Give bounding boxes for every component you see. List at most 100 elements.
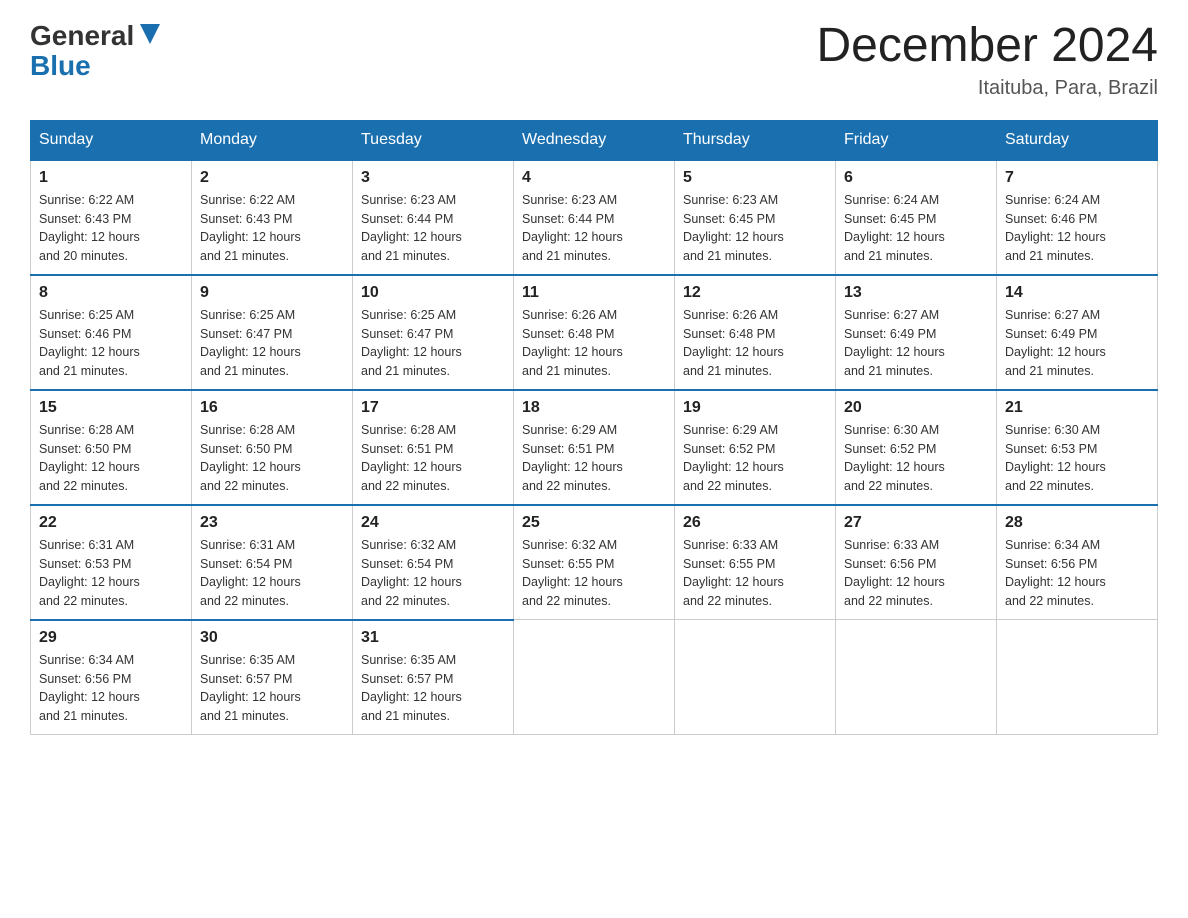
day-info: Sunrise: 6:29 AM Sunset: 6:51 PM Dayligh… (522, 421, 666, 496)
day-number: 21 (1005, 399, 1149, 417)
day-number: 2 (200, 169, 344, 187)
calendar-cell: 19 Sunrise: 6:29 AM Sunset: 6:52 PM Dayl… (675, 390, 836, 505)
day-number: 12 (683, 284, 827, 302)
day-info: Sunrise: 6:26 AM Sunset: 6:48 PM Dayligh… (683, 306, 827, 381)
calendar-cell: 12 Sunrise: 6:26 AM Sunset: 6:48 PM Dayl… (675, 275, 836, 390)
location-subtitle: Itaituba, Para, Brazil (816, 77, 1158, 100)
column-header-friday: Friday (836, 120, 997, 160)
day-info: Sunrise: 6:30 AM Sunset: 6:53 PM Dayligh… (1005, 421, 1149, 496)
day-info: Sunrise: 6:35 AM Sunset: 6:57 PM Dayligh… (200, 651, 344, 726)
calendar-cell: 30 Sunrise: 6:35 AM Sunset: 6:57 PM Dayl… (192, 620, 353, 735)
day-info: Sunrise: 6:22 AM Sunset: 6:43 PM Dayligh… (200, 191, 344, 266)
calendar-cell: 15 Sunrise: 6:28 AM Sunset: 6:50 PM Dayl… (31, 390, 192, 505)
day-number: 16 (200, 399, 344, 417)
day-number: 4 (522, 169, 666, 187)
calendar-cell: 16 Sunrise: 6:28 AM Sunset: 6:50 PM Dayl… (192, 390, 353, 505)
calendar-cell: 29 Sunrise: 6:34 AM Sunset: 6:56 PM Dayl… (31, 620, 192, 735)
calendar-cell: 28 Sunrise: 6:34 AM Sunset: 6:56 PM Dayl… (997, 505, 1158, 620)
column-header-monday: Monday (192, 120, 353, 160)
logo: General Blue (30, 20, 164, 80)
calendar-cell: 25 Sunrise: 6:32 AM Sunset: 6:55 PM Dayl… (514, 505, 675, 620)
calendar-cell: 14 Sunrise: 6:27 AM Sunset: 6:49 PM Dayl… (997, 275, 1158, 390)
calendar-week-row: 22 Sunrise: 6:31 AM Sunset: 6:53 PM Dayl… (31, 505, 1158, 620)
column-header-tuesday: Tuesday (353, 120, 514, 160)
day-number: 24 (361, 514, 505, 532)
day-number: 8 (39, 284, 183, 302)
day-info: Sunrise: 6:33 AM Sunset: 6:55 PM Dayligh… (683, 536, 827, 611)
day-number: 6 (844, 169, 988, 187)
calendar-header-row: SundayMondayTuesdayWednesdayThursdayFrid… (31, 120, 1158, 160)
day-number: 17 (361, 399, 505, 417)
calendar-cell: 24 Sunrise: 6:32 AM Sunset: 6:54 PM Dayl… (353, 505, 514, 620)
calendar-cell (836, 620, 997, 735)
day-info: Sunrise: 6:24 AM Sunset: 6:45 PM Dayligh… (844, 191, 988, 266)
day-number: 27 (844, 514, 988, 532)
day-info: Sunrise: 6:31 AM Sunset: 6:54 PM Dayligh… (200, 536, 344, 611)
calendar-cell: 2 Sunrise: 6:22 AM Sunset: 6:43 PM Dayli… (192, 160, 353, 275)
calendar-cell: 3 Sunrise: 6:23 AM Sunset: 6:44 PM Dayli… (353, 160, 514, 275)
calendar-cell: 27 Sunrise: 6:33 AM Sunset: 6:56 PM Dayl… (836, 505, 997, 620)
calendar-week-row: 1 Sunrise: 6:22 AM Sunset: 6:43 PM Dayli… (31, 160, 1158, 275)
calendar-week-row: 29 Sunrise: 6:34 AM Sunset: 6:56 PM Dayl… (31, 620, 1158, 735)
calendar-cell: 23 Sunrise: 6:31 AM Sunset: 6:54 PM Dayl… (192, 505, 353, 620)
day-number: 20 (844, 399, 988, 417)
column-header-thursday: Thursday (675, 120, 836, 160)
day-info: Sunrise: 6:29 AM Sunset: 6:52 PM Dayligh… (683, 421, 827, 496)
day-number: 1 (39, 169, 183, 187)
day-number: 28 (1005, 514, 1149, 532)
day-number: 25 (522, 514, 666, 532)
calendar-table: SundayMondayTuesdayWednesdayThursdayFrid… (30, 120, 1158, 735)
day-info: Sunrise: 6:28 AM Sunset: 6:50 PM Dayligh… (39, 421, 183, 496)
day-info: Sunrise: 6:28 AM Sunset: 6:50 PM Dayligh… (200, 421, 344, 496)
day-info: Sunrise: 6:23 AM Sunset: 6:44 PM Dayligh… (522, 191, 666, 266)
day-info: Sunrise: 6:27 AM Sunset: 6:49 PM Dayligh… (1005, 306, 1149, 381)
day-info: Sunrise: 6:24 AM Sunset: 6:46 PM Dayligh… (1005, 191, 1149, 266)
day-info: Sunrise: 6:32 AM Sunset: 6:55 PM Dayligh… (522, 536, 666, 611)
day-number: 31 (361, 629, 505, 647)
calendar-cell: 22 Sunrise: 6:31 AM Sunset: 6:53 PM Dayl… (31, 505, 192, 620)
column-header-wednesday: Wednesday (514, 120, 675, 160)
calendar-cell: 20 Sunrise: 6:30 AM Sunset: 6:52 PM Dayl… (836, 390, 997, 505)
day-number: 30 (200, 629, 344, 647)
calendar-week-row: 15 Sunrise: 6:28 AM Sunset: 6:50 PM Dayl… (31, 390, 1158, 505)
day-number: 7 (1005, 169, 1149, 187)
day-number: 29 (39, 629, 183, 647)
calendar-cell: 21 Sunrise: 6:30 AM Sunset: 6:53 PM Dayl… (997, 390, 1158, 505)
day-number: 3 (361, 169, 505, 187)
day-number: 14 (1005, 284, 1149, 302)
calendar-cell: 18 Sunrise: 6:29 AM Sunset: 6:51 PM Dayl… (514, 390, 675, 505)
day-number: 15 (39, 399, 183, 417)
day-number: 13 (844, 284, 988, 302)
day-info: Sunrise: 6:26 AM Sunset: 6:48 PM Dayligh… (522, 306, 666, 381)
day-number: 10 (361, 284, 505, 302)
page-header: General Blue December 2024 Itaituba, Par… (30, 20, 1158, 100)
day-info: Sunrise: 6:32 AM Sunset: 6:54 PM Dayligh… (361, 536, 505, 611)
month-title: December 2024 (816, 20, 1158, 73)
day-number: 9 (200, 284, 344, 302)
calendar-cell: 8 Sunrise: 6:25 AM Sunset: 6:46 PM Dayli… (31, 275, 192, 390)
day-number: 23 (200, 514, 344, 532)
column-header-sunday: Sunday (31, 120, 192, 160)
day-info: Sunrise: 6:22 AM Sunset: 6:43 PM Dayligh… (39, 191, 183, 266)
calendar-cell: 7 Sunrise: 6:24 AM Sunset: 6:46 PM Dayli… (997, 160, 1158, 275)
day-number: 18 (522, 399, 666, 417)
day-number: 11 (522, 284, 666, 302)
logo-general-text: General (30, 22, 134, 50)
calendar-cell: 4 Sunrise: 6:23 AM Sunset: 6:44 PM Dayli… (514, 160, 675, 275)
calendar-cell: 9 Sunrise: 6:25 AM Sunset: 6:47 PM Dayli… (192, 275, 353, 390)
calendar-cell: 17 Sunrise: 6:28 AM Sunset: 6:51 PM Dayl… (353, 390, 514, 505)
calendar-cell: 10 Sunrise: 6:25 AM Sunset: 6:47 PM Dayl… (353, 275, 514, 390)
day-number: 19 (683, 399, 827, 417)
day-info: Sunrise: 6:25 AM Sunset: 6:47 PM Dayligh… (200, 306, 344, 381)
column-header-saturday: Saturday (997, 120, 1158, 160)
day-info: Sunrise: 6:25 AM Sunset: 6:46 PM Dayligh… (39, 306, 183, 381)
day-info: Sunrise: 6:35 AM Sunset: 6:57 PM Dayligh… (361, 651, 505, 726)
day-info: Sunrise: 6:23 AM Sunset: 6:44 PM Dayligh… (361, 191, 505, 266)
calendar-cell: 1 Sunrise: 6:22 AM Sunset: 6:43 PM Dayli… (31, 160, 192, 275)
day-info: Sunrise: 6:34 AM Sunset: 6:56 PM Dayligh… (39, 651, 183, 726)
calendar-cell: 26 Sunrise: 6:33 AM Sunset: 6:55 PM Dayl… (675, 505, 836, 620)
calendar-week-row: 8 Sunrise: 6:25 AM Sunset: 6:46 PM Dayli… (31, 275, 1158, 390)
logo-blue-text: Blue (30, 50, 91, 81)
logo-triangle-icon (136, 20, 164, 48)
calendar-cell (997, 620, 1158, 735)
